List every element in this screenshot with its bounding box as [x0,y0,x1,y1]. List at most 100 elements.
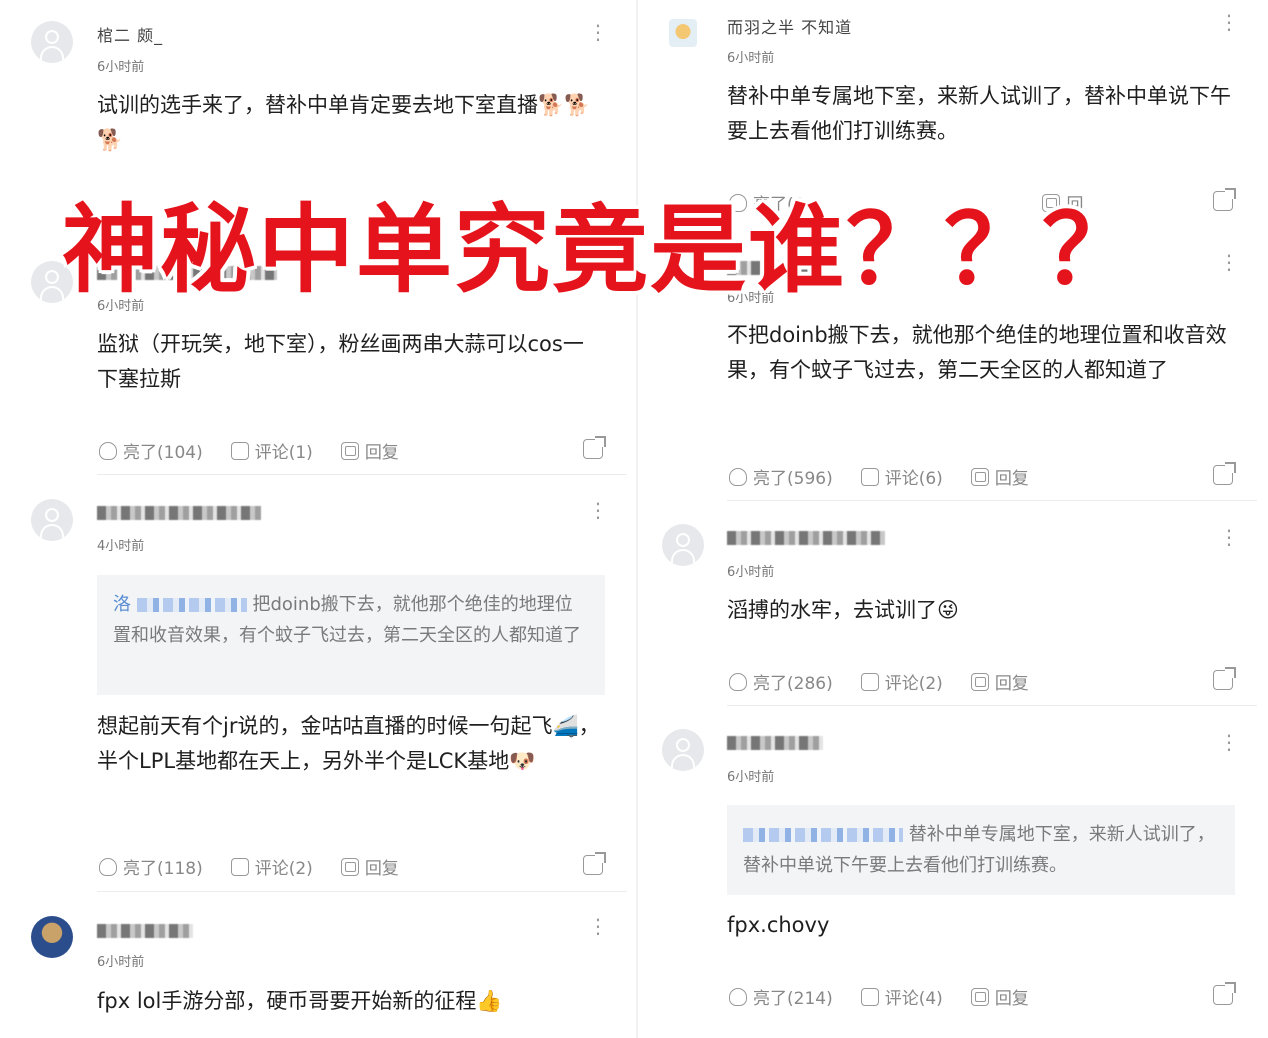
avatar[interactable] [662,524,704,566]
reply-label: 回复 [994,674,1029,694]
comment-button[interactable]: 评论(2) [860,669,943,694]
username[interactable]: 而羽之半 不知道 [727,14,852,38]
share-icon[interactable] [1213,982,1236,1005]
separator [97,891,627,892]
timestamp: 6小时前 [727,565,775,580]
lightbulb-icon [99,441,117,460]
timestamp: 6小时前 [97,955,145,970]
avatar-body-icon [40,286,64,300]
timestamp: 6小时前 [727,770,775,785]
reply-icon [340,441,359,460]
avatar[interactable] [669,19,697,47]
username-blurred [97,923,193,938]
comment-icon [230,857,249,876]
comment-button[interactable]: 评论(6) [860,464,943,489]
avatar[interactable] [31,499,73,541]
share-icon[interactable] [583,436,606,459]
quoted-comment[interactable]: 洛 把doinb搬下去，就他那个绝佳的地理位置和收音效果，有个蚊子飞过去，第二天… [97,575,605,695]
comment-button[interactable]: 评论(4) [860,984,943,1009]
reply-button[interactable]: 回复 [340,854,399,879]
comment-card: 6小时前 ⋮ 滔搏的水牢，去试训了😜 亮了(286) 评论(2) 回复 [638,505,1268,705]
avatar-body-icon [40,524,64,538]
comment-card: 6小时前 ⋮ fpx lol手游分部，硬币哥要开始新的征程👍 [0,900,636,1038]
comment-count: 评论(4) [884,989,943,1009]
more-options-icon[interactable]: ⋮ [1219,527,1239,547]
quote-author-blurred [136,598,247,612]
action-bar: 亮了(118) 评论(2) 回复 [99,854,427,879]
share-icon[interactable] [1213,667,1236,690]
avatar-head-icon [45,270,59,284]
comment-count: 评论(2) [254,859,313,879]
comment-button[interactable]: 评论(1) [230,438,313,463]
username[interactable] [727,527,885,546]
separator [727,705,1257,706]
quote-author: 洛 [113,594,131,615]
comment-text: 想起前天有个jr说的，金咕咕直播的时候一句起飞🚄，半个LPL基地都在天上，另外半… [97,714,600,773]
reply-button[interactable]: 回复 [340,438,399,463]
like-button[interactable]: 亮了(118) [99,854,203,879]
lightbulb-icon [729,467,747,486]
comment-icon [230,441,249,460]
more-options-icon[interactable]: ⋮ [1219,12,1239,32]
username[interactable] [97,502,261,521]
reply-icon [970,467,989,486]
reply-label: 回复 [994,469,1029,489]
username-blurred [727,735,823,750]
action-bar: 亮了(596) 评论(6) 回复 [729,464,1057,489]
timestamp: 6小时前 [727,51,775,66]
avatar[interactable] [31,21,73,63]
reply-icon [340,857,359,876]
like-button[interactable]: 亮了(214) [729,984,833,1009]
comment-text: fpx lol手游分部，硬币哥要开始新的征程👍 [97,989,503,1013]
comment-button[interactable]: 评论(2) [230,854,313,879]
lightbulb-icon [729,672,747,691]
username-blurred [727,530,885,545]
like-count: 亮了(118) [123,859,203,879]
avatar-head-icon [676,738,690,752]
comment-text: 试训的选手来了，替补中单肯定要去地下室直播🐕🐕🐕 [97,93,591,152]
avatar-body-icon [671,754,695,768]
share-icon[interactable] [1213,462,1236,485]
lightbulb-icon [729,987,747,1006]
share-icon[interactable] [583,852,606,875]
reply-button[interactable]: 回复 [970,984,1029,1009]
more-options-icon[interactable]: ⋮ [588,22,608,42]
more-options-icon[interactable]: ⋮ [588,500,608,520]
avatar-head-icon [45,30,59,44]
username[interactable]: 棺二 颇_ [97,22,163,46]
reply-icon [970,672,989,691]
comment-icon [860,467,879,486]
comment-text: 滔搏的水牢，去试训了😜 [727,598,959,622]
avatar-body-icon [40,46,64,60]
username[interactable] [97,920,193,939]
comment-card: 4小时前 ⋮ 洛 把doinb搬下去，就他那个绝佳的地理位置和收音效果，有个蚊子… [0,480,636,890]
reply-button[interactable]: 回复 [970,464,1029,489]
reply-label: 回复 [364,859,399,879]
action-bar: 亮了(286) 评论(2) 回复 [729,669,1057,694]
comment-text: 监狱（开玩笑，地下室），粉丝画两串大蒜可以cos一下塞拉斯 [97,332,584,391]
more-options-icon[interactable]: ⋮ [1219,732,1239,752]
like-button[interactable]: 亮了(104) [99,438,203,463]
more-options-icon[interactable]: ⋮ [1219,252,1239,272]
quoted-comment[interactable]: 替补中单专属地下室，来新人试训了，替补中单说下午要上去看他们打训练赛。 [727,805,1235,895]
separator [727,500,1257,501]
username-blurred [97,505,261,520]
username[interactable] [727,732,823,751]
avatar[interactable] [31,916,73,958]
like-button[interactable]: 亮了(286) [729,669,833,694]
like-count: 亮了(104) [123,443,203,463]
comment-icon [860,987,879,1006]
timestamp: 4小时前 [97,539,145,554]
timestamp: 6小时前 [97,60,145,75]
reply-label: 回复 [364,443,399,463]
reply-button[interactable]: 回复 [970,669,1029,694]
like-count: 亮了(286) [753,674,833,694]
avatar-body-icon [671,549,695,563]
avatar-head-icon [676,533,690,547]
more-options-icon[interactable]: ⋮ [588,916,608,936]
action-bar: 亮了(104) 评论(1) 回复 [99,438,427,463]
like-count: 亮了(596) [753,469,833,489]
avatar[interactable] [662,729,704,771]
share-icon[interactable] [1213,188,1236,211]
like-button[interactable]: 亮了(596) [729,464,833,489]
